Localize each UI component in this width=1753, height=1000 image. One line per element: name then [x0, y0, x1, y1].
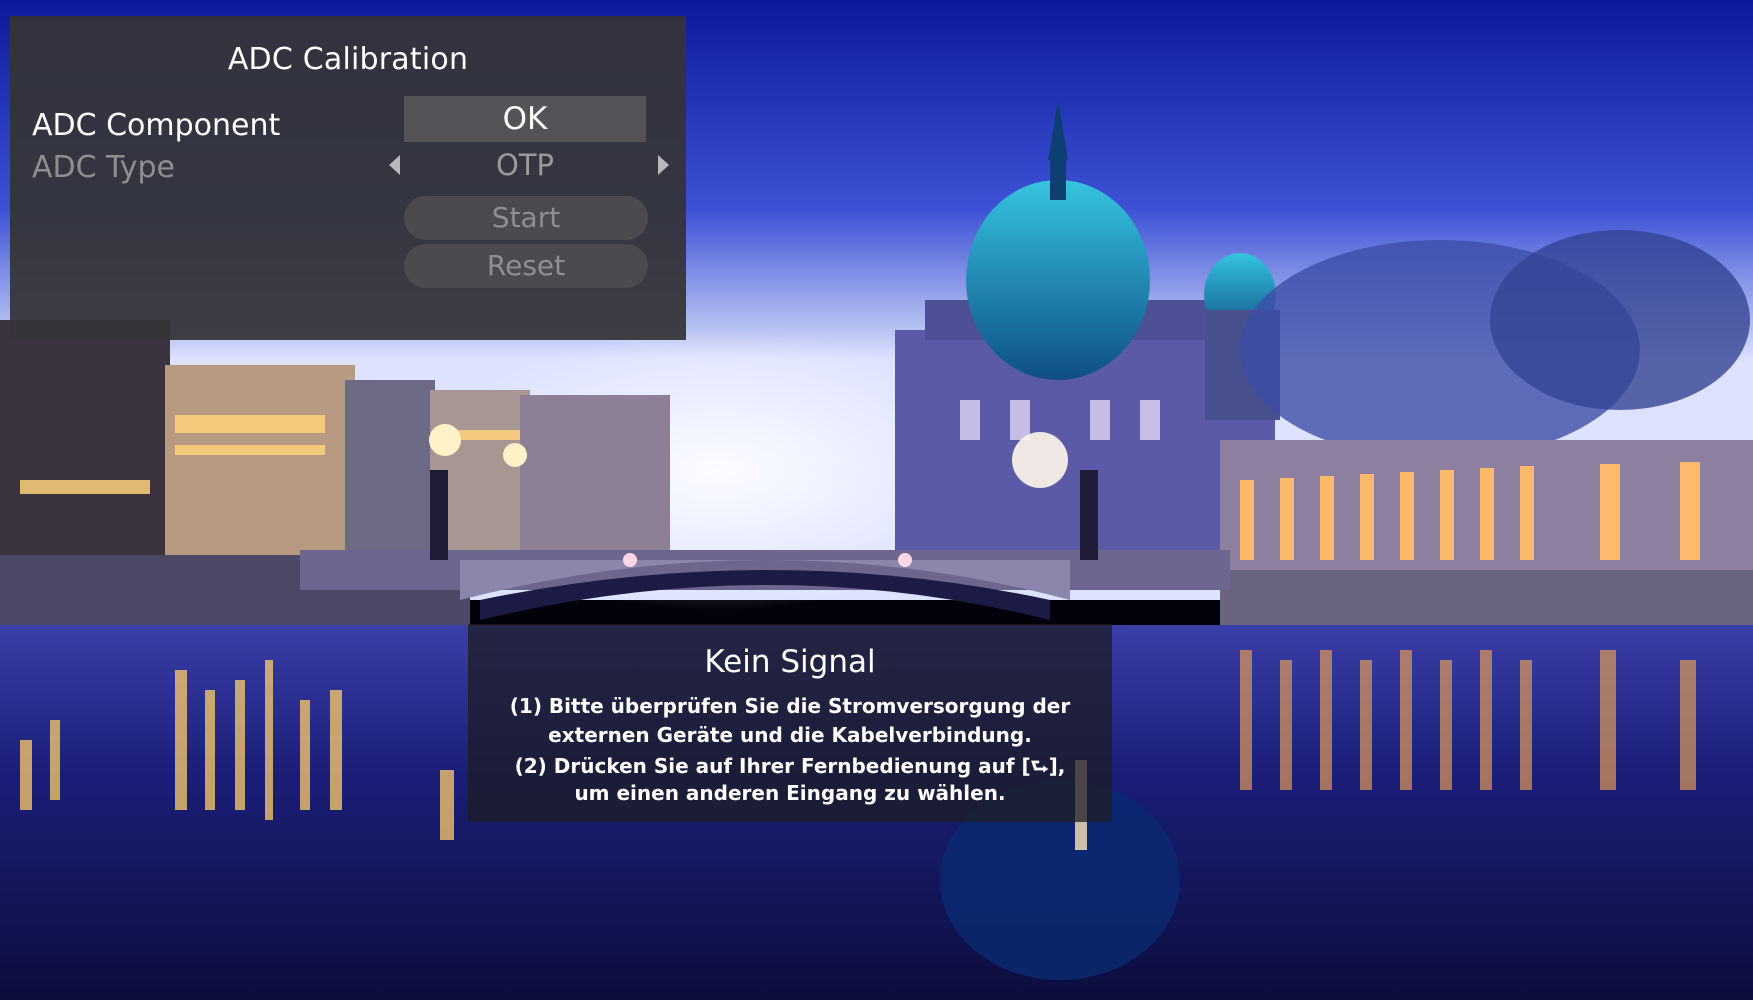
adc-type-value[interactable]: OTP: [404, 142, 646, 188]
reset-button[interactable]: Reset: [404, 244, 648, 288]
triangle-left-icon[interactable]: [389, 155, 400, 175]
adc-panel-title: ADC Calibration: [227, 42, 469, 77]
no-signal-line: um einen anderen Eingang zu wählen.: [574, 781, 1006, 805]
adc-calibration-panel: ADC Calibration ADC Component OK ADC Typ…: [10, 16, 686, 340]
tv-screen: ADC Calibration ADC Component OK ADC Typ…: [0, 0, 1753, 1000]
start-button[interactable]: Start: [404, 196, 648, 240]
adc-component-value[interactable]: OK: [404, 96, 646, 142]
no-signal-dialog: Kein Signal (1) Bitte überprüfen Sie die…: [468, 624, 1112, 822]
adc-component-label[interactable]: ADC Component: [32, 108, 280, 143]
no-signal-title: Kein Signal: [704, 644, 876, 680]
triangle-right-icon[interactable]: [658, 155, 669, 175]
no-signal-line: externen Geräte und die Kabelverbindung.: [548, 723, 1032, 747]
adc-type-label[interactable]: ADC Type: [32, 150, 175, 185]
no-signal-line: (1) Bitte überprüfen Sie die Stromversor…: [509, 694, 1071, 718]
